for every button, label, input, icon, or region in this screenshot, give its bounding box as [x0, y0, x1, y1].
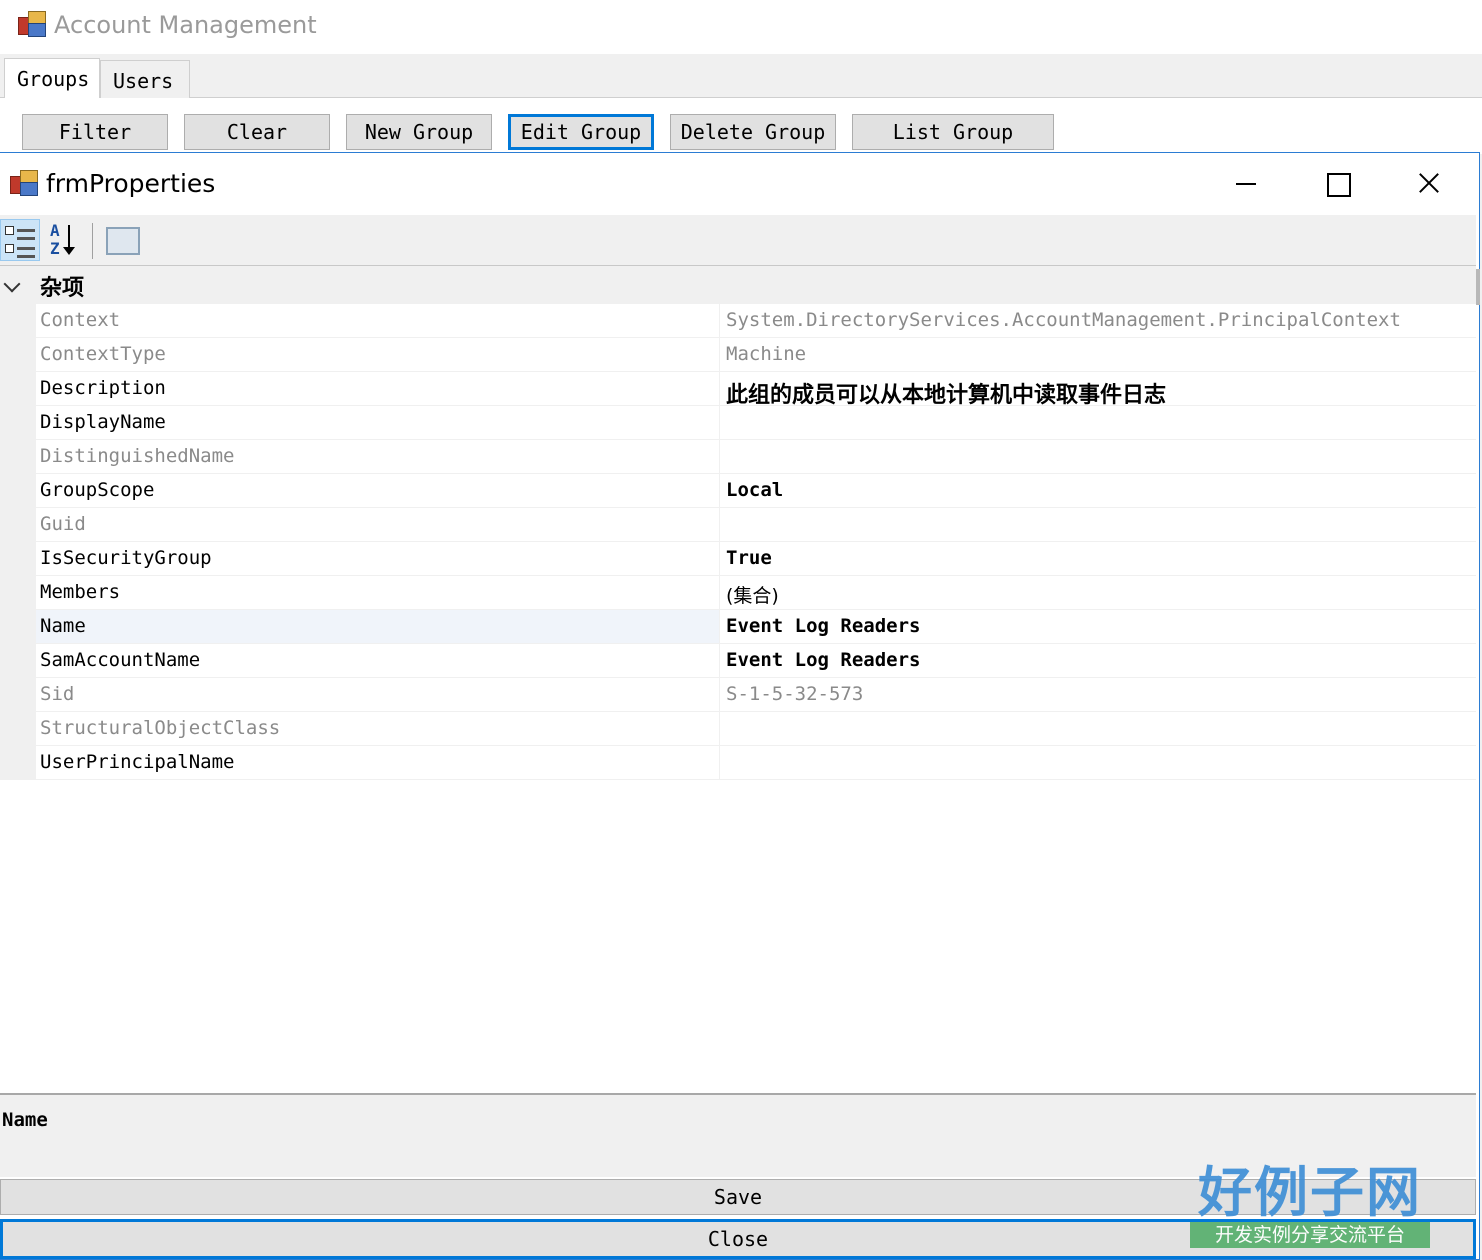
row-margin [0, 440, 36, 474]
alphabetical-sort-icon[interactable]: A Z [44, 219, 84, 261]
property-row[interactable]: UserPrincipalName [0, 746, 1476, 780]
new-group-button[interactable]: New Group [346, 114, 492, 150]
property-grid: 杂项 Context System.DirectoryServices.Accou… [0, 265, 1476, 1091]
property-name[interactable]: UserPrincipalName [36, 746, 719, 780]
properties-window: frmProperties A Z 杂项 Context System.Direc… [0, 152, 1480, 1260]
row-margin [0, 644, 36, 678]
groups-toolbar: Filter Clear New Group Edit Group Delete… [0, 98, 1482, 154]
row-margin [0, 338, 36, 372]
edit-group-button[interactable]: Edit Group [508, 114, 654, 150]
property-value[interactable] [719, 440, 1476, 474]
property-name[interactable]: DisplayName [36, 406, 719, 440]
property-row[interactable]: ContextType Machine [0, 338, 1476, 372]
property-value[interactable] [719, 508, 1476, 542]
property-row[interactable]: Sid S-1-5-32-573 [0, 678, 1476, 712]
row-margin [0, 610, 36, 644]
property-name[interactable]: Sid [36, 678, 719, 712]
parent-window-title: Account Management [54, 11, 317, 39]
property-value[interactable]: 此组的成员可以从本地计算机中读取事件日志 [719, 372, 1476, 406]
property-value[interactable] [719, 712, 1476, 746]
property-row[interactable]: GroupScope Local [0, 474, 1476, 508]
property-name[interactable]: Guid [36, 508, 719, 542]
property-name[interactable]: Description [36, 372, 719, 406]
row-margin [0, 474, 36, 508]
property-row[interactable]: DisplayName [0, 406, 1476, 440]
property-value[interactable]: System.DirectoryServices.AccountManageme… [719, 304, 1476, 338]
property-value[interactable]: Local [719, 474, 1476, 508]
row-margin [0, 304, 36, 338]
row-margin [0, 712, 36, 746]
property-name[interactable]: StructuralObjectClass [36, 712, 719, 746]
toolbar-separator [92, 223, 93, 259]
form-icon [10, 170, 38, 198]
tab-groups[interactable]: Groups [4, 58, 100, 99]
watermark-title: 好例子网 [1198, 1160, 1422, 1224]
property-row[interactable]: DistinguishedName [0, 440, 1476, 474]
clear-button[interactable]: Clear [184, 114, 330, 150]
row-margin [0, 508, 36, 542]
category-row[interactable]: 杂项 [0, 266, 1476, 304]
child-title-bar: frmProperties [0, 153, 1479, 215]
property-row[interactable]: IsSecurityGroup True [0, 542, 1476, 576]
child-window-title: frmProperties [46, 169, 216, 198]
property-value[interactable]: Event Log Readers [719, 644, 1476, 678]
list-group-button[interactable]: List Group [852, 114, 1054, 150]
property-value[interactable]: True [719, 542, 1476, 576]
parent-title-bar: Account Management [0, 0, 1482, 54]
property-name[interactable]: DistinguishedName [36, 440, 719, 474]
grid-scrollbar[interactable] [1476, 269, 1480, 305]
property-pages-icon[interactable] [102, 219, 142, 261]
property-name[interactable]: IsSecurityGroup [36, 542, 719, 576]
minimize-icon[interactable] [1226, 167, 1266, 201]
property-row[interactable]: Context System.DirectoryServices.AccountM… [0, 304, 1476, 338]
property-value[interactable] [719, 406, 1476, 440]
property-row[interactable]: StructuralObjectClass [0, 712, 1476, 746]
property-value[interactable]: Machine [719, 338, 1476, 372]
property-row[interactable]: SamAccountName Event Log Readers [0, 644, 1476, 678]
row-margin [0, 372, 36, 406]
row-margin [0, 746, 36, 780]
maximize-icon[interactable] [1316, 167, 1356, 201]
row-margin [0, 576, 36, 610]
property-name[interactable]: GroupScope [36, 474, 719, 508]
property-value[interactable]: (集合) [719, 576, 1476, 610]
row-margin [0, 406, 36, 440]
watermark-subtitle: 开发实例分享交流平台 [1190, 1222, 1430, 1248]
property-row[interactable]: Members (集合) [0, 576, 1476, 610]
categorized-icon[interactable] [0, 219, 40, 261]
tab-strip: Groups Users [0, 54, 1482, 99]
property-name[interactable]: SamAccountName [36, 644, 719, 678]
watermark: 好例子网 开发实例分享交流平台 [1188, 1148, 1432, 1252]
property-row[interactable]: Description 此组的成员可以从本地计算机中读取事件日志 [0, 372, 1476, 406]
property-name[interactable]: ContextType [36, 338, 719, 372]
tab-users[interactable]: Users [100, 60, 190, 98]
property-value[interactable]: Event Log Readers [719, 610, 1476, 644]
property-name[interactable]: Context [36, 304, 719, 338]
property-name[interactable]: Members [36, 576, 719, 610]
property-value[interactable]: S-1-5-32-573 [719, 678, 1476, 712]
property-grid-toolbar: A Z [0, 215, 1476, 265]
property-row[interactable]: Guid [0, 508, 1476, 542]
row-margin [0, 678, 36, 712]
property-value[interactable] [719, 746, 1476, 780]
chevron-down-icon[interactable] [3, 275, 21, 293]
row-margin [0, 542, 36, 576]
close-icon[interactable] [1408, 167, 1448, 201]
category-label: 杂项 [40, 276, 85, 301]
filter-button[interactable]: Filter [22, 114, 168, 150]
delete-group-button[interactable]: Delete Group [670, 114, 836, 150]
help-title: Name [2, 1109, 48, 1131]
property-row[interactable]: Name Event Log Readers [0, 610, 1476, 644]
app-icon [18, 11, 46, 39]
property-name[interactable]: Name [36, 610, 719, 644]
